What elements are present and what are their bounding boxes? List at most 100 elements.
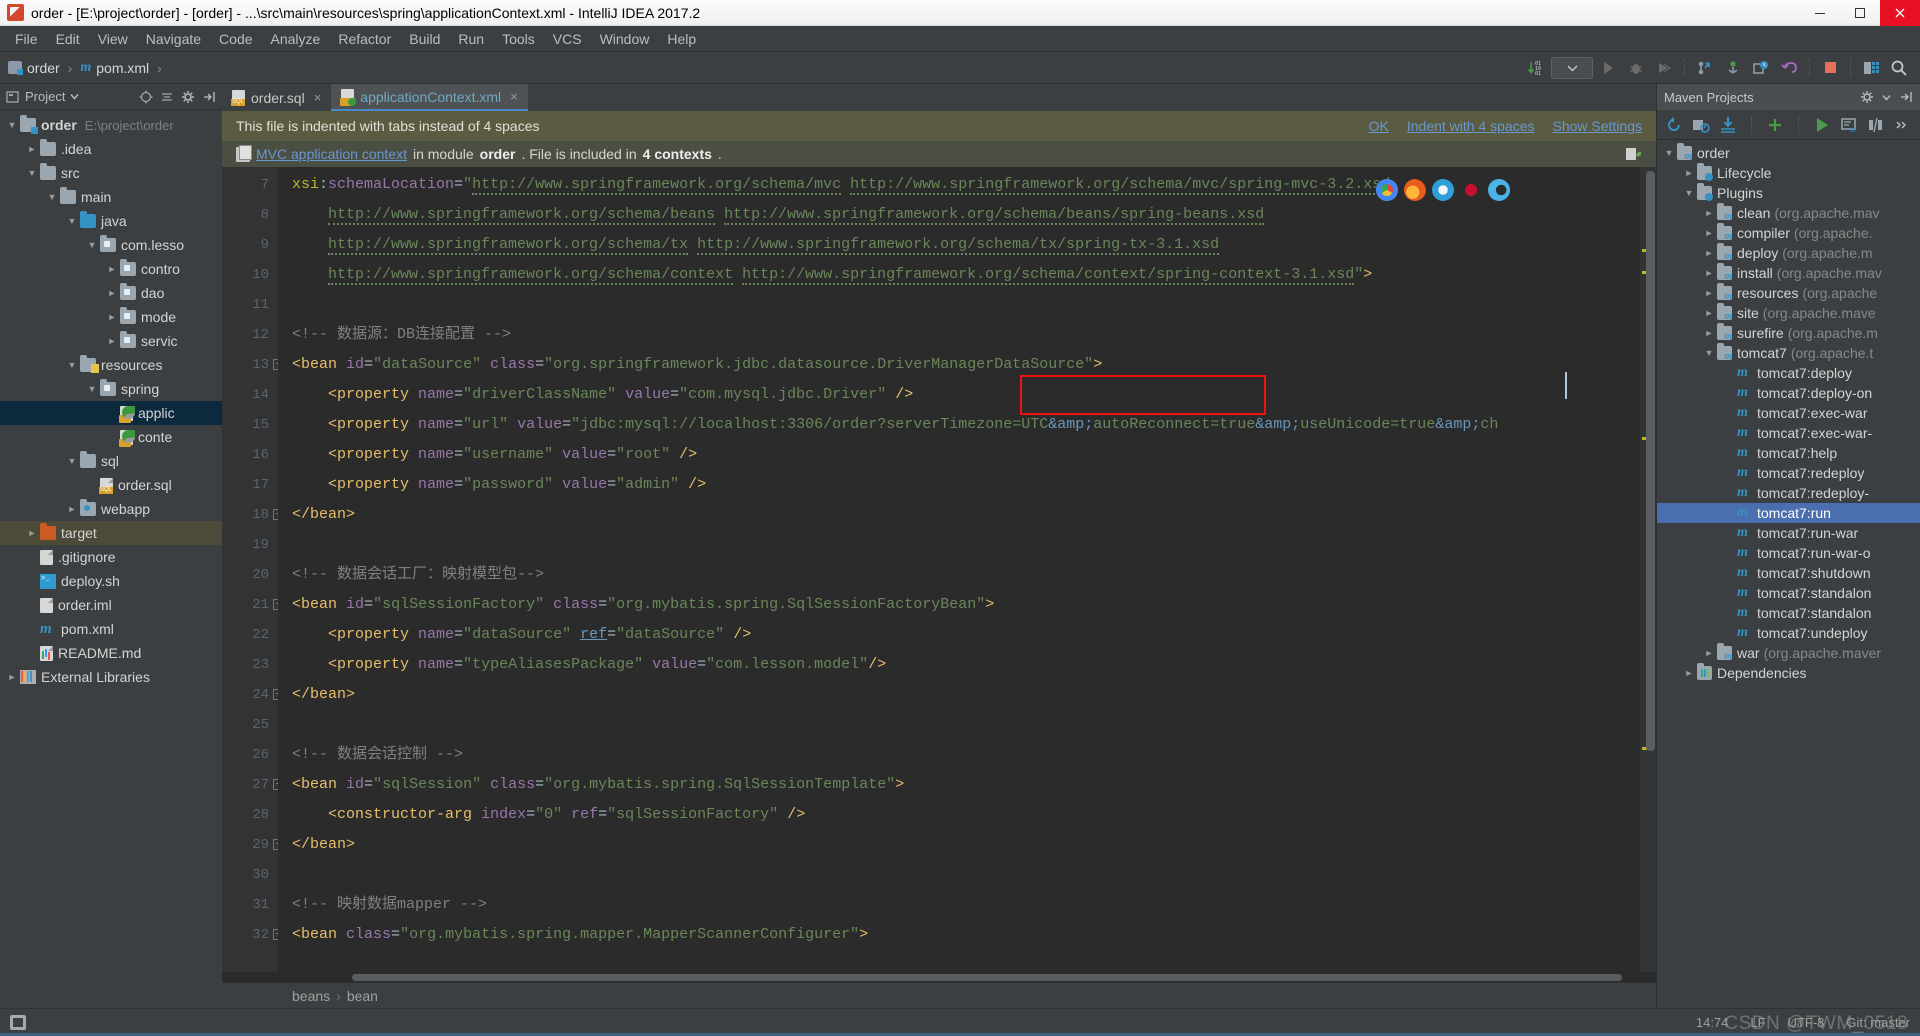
- maven-tree-item-resources[interactable]: ► m resources (org.apache: [1657, 283, 1920, 303]
- line-number[interactable]: 26: [222, 740, 278, 770]
- opera-icon[interactable]: [1460, 179, 1482, 201]
- line-number[interactable]: 17: [222, 470, 278, 500]
- maven-tree-item-lifecycle[interactable]: ► Lifecycle: [1657, 163, 1920, 183]
- line-number[interactable]: 15: [222, 410, 278, 440]
- chevron-right-icon[interactable]: ►: [1681, 668, 1697, 678]
- chevron-right-icon[interactable]: ►: [104, 288, 120, 298]
- error-stripe-marker-column[interactable]: [1640, 167, 1656, 972]
- line-number[interactable]: 23: [222, 650, 278, 680]
- maven-tree-item-plugins[interactable]: ▼ Plugins: [1657, 183, 1920, 203]
- code-line[interactable]: http://www.springframework.org/schema/tx…: [292, 230, 1640, 260]
- line-number-gutter[interactable]: 7 8 9 10 11 12 13– 14 15 16 17 18– 19 20 21– 22 23 24– 25 2…: [222, 167, 284, 972]
- chevron-down-icon[interactable]: ▼: [44, 192, 60, 202]
- project-tree-item-deploy-sh[interactable]: deploy.sh: [0, 569, 222, 593]
- horizontal-scrollbar-thumb[interactable]: [352, 974, 1622, 981]
- editor-tab-applicationcontext-xml[interactable]: applicationContext.xml ×: [331, 84, 528, 111]
- chevron-down-icon[interactable]: ▼: [64, 360, 80, 370]
- chevron-right-icon[interactable]: ►: [1701, 328, 1717, 338]
- maven-tree-item-tomcat7-deploy[interactable]: m tomcat7:deploy: [1657, 363, 1920, 383]
- code-line[interactable]: <bean class="org.mybatis.spring.mapper.M…: [292, 920, 1640, 950]
- line-number[interactable]: 9: [222, 230, 278, 260]
- project-tree-item-conte[interactable]: conte: [0, 425, 222, 449]
- spring-leaf-icon[interactable]: [1625, 146, 1642, 162]
- menu-help[interactable]: Help: [658, 28, 705, 50]
- chevron-down-icon[interactable]: ▼: [64, 216, 80, 226]
- code-line[interactable]: <bean id="sqlSessionFactory" class="org.…: [292, 590, 1640, 620]
- project-tree-item-mode[interactable]: ► mode: [0, 305, 222, 329]
- close-tab-icon[interactable]: ×: [314, 90, 322, 105]
- maven-tree-item-install[interactable]: ► m install (org.apache.mav: [1657, 263, 1920, 283]
- chevron-right-icon[interactable]: ►: [1701, 268, 1717, 278]
- chevron-right-icon[interactable]: ►: [1681, 168, 1697, 178]
- project-panel-title-group[interactable]: Project: [6, 89, 79, 104]
- project-tree-item-dao[interactable]: ► dao: [0, 281, 222, 305]
- add-icon[interactable]: [1766, 116, 1784, 134]
- editor-tab-order-sql[interactable]: SQL order.sql ×: [222, 84, 331, 111]
- vertical-scrollbar[interactable]: [1646, 171, 1655, 751]
- line-number[interactable]: 22: [222, 620, 278, 650]
- horizontal-scrollbar[interactable]: [222, 972, 1656, 982]
- menu-build[interactable]: Build: [400, 28, 449, 50]
- commit-icon[interactable]: [1720, 56, 1746, 80]
- menu-code[interactable]: Code: [210, 28, 261, 50]
- indent-banner-indent-link[interactable]: Indent with 4 spaces: [1407, 118, 1535, 134]
- maven-tree-item-tomcat7-run-war-o[interactable]: m tomcat7:run-war-o: [1657, 543, 1920, 563]
- code-line[interactable]: <bean id="dataSource" class="org.springf…: [292, 350, 1640, 380]
- menu-navigate[interactable]: Navigate: [137, 28, 210, 50]
- chevron-right-icon[interactable]: ►: [1701, 208, 1717, 218]
- run-icon[interactable]: [1595, 56, 1621, 80]
- update-project-icon[interactable]: [1692, 56, 1718, 80]
- source-code[interactable]: xsi:schemaLocation="http://www.springfra…: [278, 167, 1640, 950]
- indent-banner-ok-link[interactable]: OK: [1369, 118, 1389, 134]
- execute-goal-icon[interactable]: m: [1840, 116, 1858, 134]
- project-tree-item-order-iml[interactable]: order.iml: [0, 593, 222, 617]
- code-line[interactable]: <property name="username" value="root" /…: [292, 440, 1640, 470]
- maven-tree-item-compiler[interactable]: ► m compiler (org.apache.: [1657, 223, 1920, 243]
- chevron-right-icon[interactable]: ►: [24, 528, 40, 538]
- debug-icon[interactable]: [1623, 56, 1649, 80]
- line-number[interactable]: 32–: [222, 920, 284, 950]
- hide-icon[interactable]: [202, 90, 216, 104]
- chevron-down-icon[interactable]: ▼: [24, 168, 40, 178]
- maven-tree-item-dependencies[interactable]: ► Dependencies: [1657, 663, 1920, 683]
- line-number[interactable]: 20: [222, 560, 278, 590]
- code-line[interactable]: <property name="url" value="jdbc:mysql:/…: [292, 410, 1640, 440]
- line-numbers-icon[interactable]: 01 10 01: [1523, 56, 1549, 80]
- line-number[interactable]: 11: [222, 290, 278, 320]
- breadcrumb-beans[interactable]: beans: [292, 988, 330, 1004]
- maven-tree-item-tomcat7-standalon[interactable]: m tomcat7:standalon: [1657, 603, 1920, 623]
- line-number[interactable]: 25: [222, 710, 278, 740]
- line-number[interactable]: 12: [222, 320, 278, 350]
- maximize-button[interactable]: [1840, 0, 1880, 26]
- run-configuration-dropdown[interactable]: [1551, 56, 1593, 79]
- code-line[interactable]: [292, 530, 1640, 560]
- code-line[interactable]: </bean>: [292, 830, 1640, 860]
- rollback-icon[interactable]: [1776, 56, 1802, 80]
- menu-run[interactable]: Run: [449, 28, 493, 50]
- hide-icon[interactable]: [1899, 90, 1913, 104]
- code-line[interactable]: <!-- 数据源：DB连接配置 -->: [292, 320, 1640, 350]
- locate-icon[interactable]: [139, 90, 153, 104]
- project-tree-item-readme-md[interactable]: README.md: [0, 641, 222, 665]
- maven-tree-item-tomcat7[interactable]: ▼ m tomcat7 (org.apache.t: [1657, 343, 1920, 363]
- project-tree-item-servic[interactable]: ► servic: [0, 329, 222, 353]
- line-number[interactable]: 21–: [222, 590, 284, 620]
- menu-refactor[interactable]: Refactor: [329, 28, 400, 50]
- chevron-down-icon[interactable]: ▼: [1701, 348, 1717, 358]
- line-number[interactable]: 29–: [222, 830, 284, 860]
- line-number[interactable]: 16: [222, 440, 278, 470]
- project-tree-item--idea[interactable]: ► .idea: [0, 137, 222, 161]
- chevron-right-icon[interactable]: ►: [1701, 248, 1717, 258]
- context-banner-contexts[interactable]: 4 contexts: [643, 146, 712, 162]
- download-sources-icon[interactable]: [1719, 116, 1737, 134]
- code-line[interactable]: [292, 710, 1640, 740]
- chevron-right-icon[interactable]: ►: [24, 144, 40, 154]
- chevron-right-icon[interactable]: ►: [4, 672, 20, 682]
- breadcrumb-pom[interactable]: pom.xml: [96, 60, 149, 76]
- project-tree-item-spring[interactable]: ▼ spring: [0, 377, 222, 401]
- code-line[interactable]: <!-- 映射数据mapper -->: [292, 890, 1640, 920]
- chevron-down-icon[interactable]: ▼: [1661, 148, 1677, 158]
- maven-tree-item-clean[interactable]: ► m clean (org.apache.mav: [1657, 203, 1920, 223]
- menu-edit[interactable]: Edit: [47, 28, 89, 50]
- coverage-icon[interactable]: [1651, 56, 1677, 80]
